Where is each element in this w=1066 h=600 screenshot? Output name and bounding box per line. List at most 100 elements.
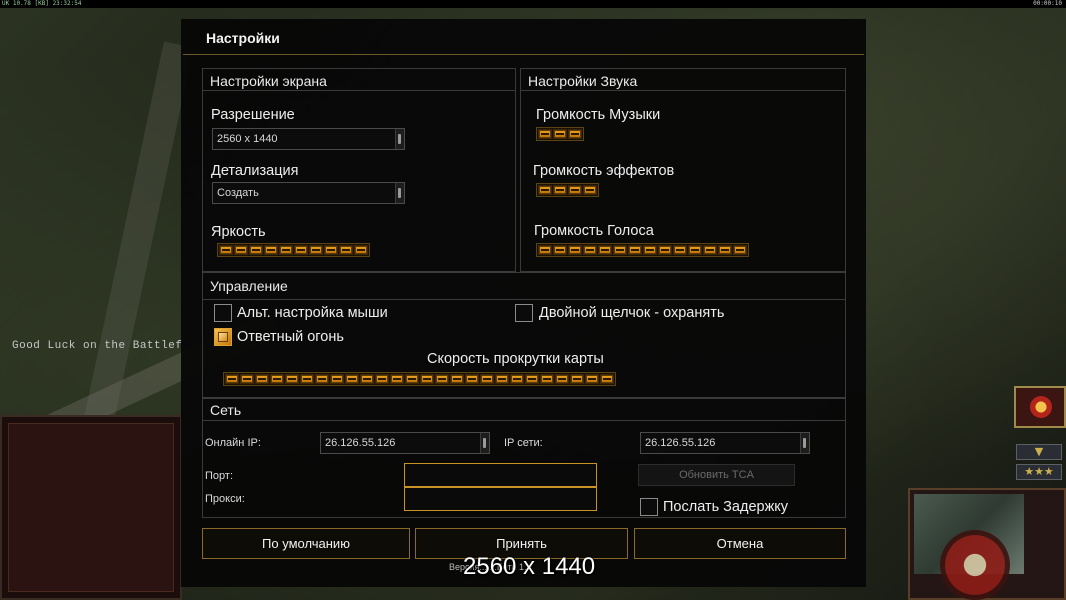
slider-segment[interactable] [525,374,539,384]
slider-segment[interactable] [510,374,524,384]
slider-segment[interactable] [294,245,308,255]
alt-mouse-label: Альт. настройка мыши [237,305,388,321]
slider-segment[interactable] [450,374,464,384]
resolution-dropdown[interactable]: 2560 x 1440 [212,128,405,150]
slider-segment[interactable] [390,374,404,384]
slider-segment[interactable] [354,245,368,255]
slider-segment[interactable] [249,245,263,255]
slider-segment[interactable] [613,245,627,255]
slider-segment[interactable] [585,374,599,384]
slider-segment[interactable] [435,374,449,384]
dropdown-scrollbar[interactable] [480,433,489,453]
return-fire-checkbox[interactable] [214,328,232,346]
game-ticker-text: Good Luck on the Battlef [12,340,183,352]
slider-segment[interactable] [643,245,657,255]
slider-segment[interactable] [688,245,702,255]
double-click-guard-checkbox[interactable] [515,304,533,322]
slider-segment[interactable] [628,245,642,255]
slider-segment[interactable] [495,374,509,384]
detail-dropdown[interactable]: Создать [212,182,405,204]
slider-segment[interactable] [225,374,239,384]
send-delay-label: Послать Задержку [663,499,789,515]
slider-segment[interactable] [255,374,269,384]
slider-segment[interactable] [598,245,612,255]
brightness-label: Яркость [211,224,266,240]
slider-segment[interactable] [538,185,552,195]
minimap[interactable] [908,488,1066,600]
detail-label: Детализация [211,163,299,179]
slider-segment[interactable] [600,374,614,384]
faction-emblem-icon[interactable] [1014,386,1066,428]
slider-segment[interactable] [240,374,254,384]
slider-segment[interactable] [330,374,344,384]
chevron-down-icon[interactable]: ▼ [1016,444,1062,460]
slider-segment[interactable] [375,374,389,384]
port-label: Порт: [205,470,233,482]
network-header: Сеть [203,399,845,421]
slider-segment[interactable] [234,245,248,255]
slider-segment[interactable] [480,374,494,384]
slider-segment[interactable] [315,374,329,384]
voice-volume-slider[interactable] [536,243,749,257]
port-input[interactable] [404,463,597,487]
slider-segment[interactable] [309,245,323,255]
slider-segment[interactable] [568,185,582,195]
update-tca-button[interactable]: Обновить TCA [638,464,795,486]
slider-segment[interactable] [658,245,672,255]
slider-segment[interactable] [555,374,569,384]
scroll-speed-slider[interactable] [223,372,616,386]
slider-segment[interactable] [538,245,552,255]
slider-segment[interactable] [570,374,584,384]
dropdown-scrollbar[interactable] [395,129,404,149]
rank-stars-icon[interactable]: ★★★ [1016,464,1062,480]
effects-volume-slider[interactable] [536,183,599,197]
slider-segment[interactable] [219,245,233,255]
slider-segment[interactable] [553,129,567,139]
slider-segment[interactable] [279,245,293,255]
double-click-guard-label: Двойной щелчок - охранять [539,305,725,321]
net-ip-label: IP сети: [504,437,543,449]
slider-segment[interactable] [285,374,299,384]
alt-mouse-checkbox[interactable] [214,304,232,322]
slider-segment[interactable] [300,374,314,384]
slider-segment[interactable] [538,129,552,139]
slider-segment[interactable] [553,245,567,255]
slider-segment[interactable] [718,245,732,255]
debug-status-bar: UK 10.78 [KB] 23:32:54 00:00:10 [0,0,1066,8]
slider-segment[interactable] [405,374,419,384]
slider-segment[interactable] [673,245,687,255]
title-divider [183,54,864,55]
music-volume-label: Громкость Музыки [536,107,661,123]
default-button[interactable]: По умолчанию [202,528,410,559]
slider-segment[interactable] [270,374,284,384]
slider-segment[interactable] [465,374,479,384]
slider-segment[interactable] [568,129,582,139]
cancel-button[interactable]: Отмена [634,528,846,559]
music-volume-slider[interactable] [536,127,584,141]
slider-segment[interactable] [733,245,747,255]
slider-segment[interactable] [583,245,597,255]
slider-segment[interactable] [583,185,597,195]
slider-segment[interactable] [360,374,374,384]
net-ip-dropdown[interactable]: 26.126.55.126 [640,432,810,454]
net-ip-value: 26.126.55.126 [645,437,716,449]
dropdown-scrollbar[interactable] [800,433,809,453]
online-ip-dropdown[interactable]: 26.126.55.126 [320,432,490,454]
resolution-overlay-text: 2560 x 1440 [463,553,596,580]
slider-segment[interactable] [345,374,359,384]
slider-segment[interactable] [703,245,717,255]
slider-segment[interactable] [553,185,567,195]
resolution-value: 2560 x 1440 [217,133,278,145]
scroll-speed-label: Скорость прокрутки карты [427,351,604,367]
slider-segment[interactable] [324,245,338,255]
proxy-label: Прокси: [205,493,245,505]
slider-segment[interactable] [540,374,554,384]
slider-segment[interactable] [568,245,582,255]
slider-segment[interactable] [264,245,278,255]
slider-segment[interactable] [420,374,434,384]
proxy-input[interactable] [404,487,597,511]
slider-segment[interactable] [339,245,353,255]
brightness-slider[interactable] [217,243,370,257]
send-delay-checkbox[interactable] [640,498,658,516]
dropdown-scrollbar[interactable] [395,183,404,203]
